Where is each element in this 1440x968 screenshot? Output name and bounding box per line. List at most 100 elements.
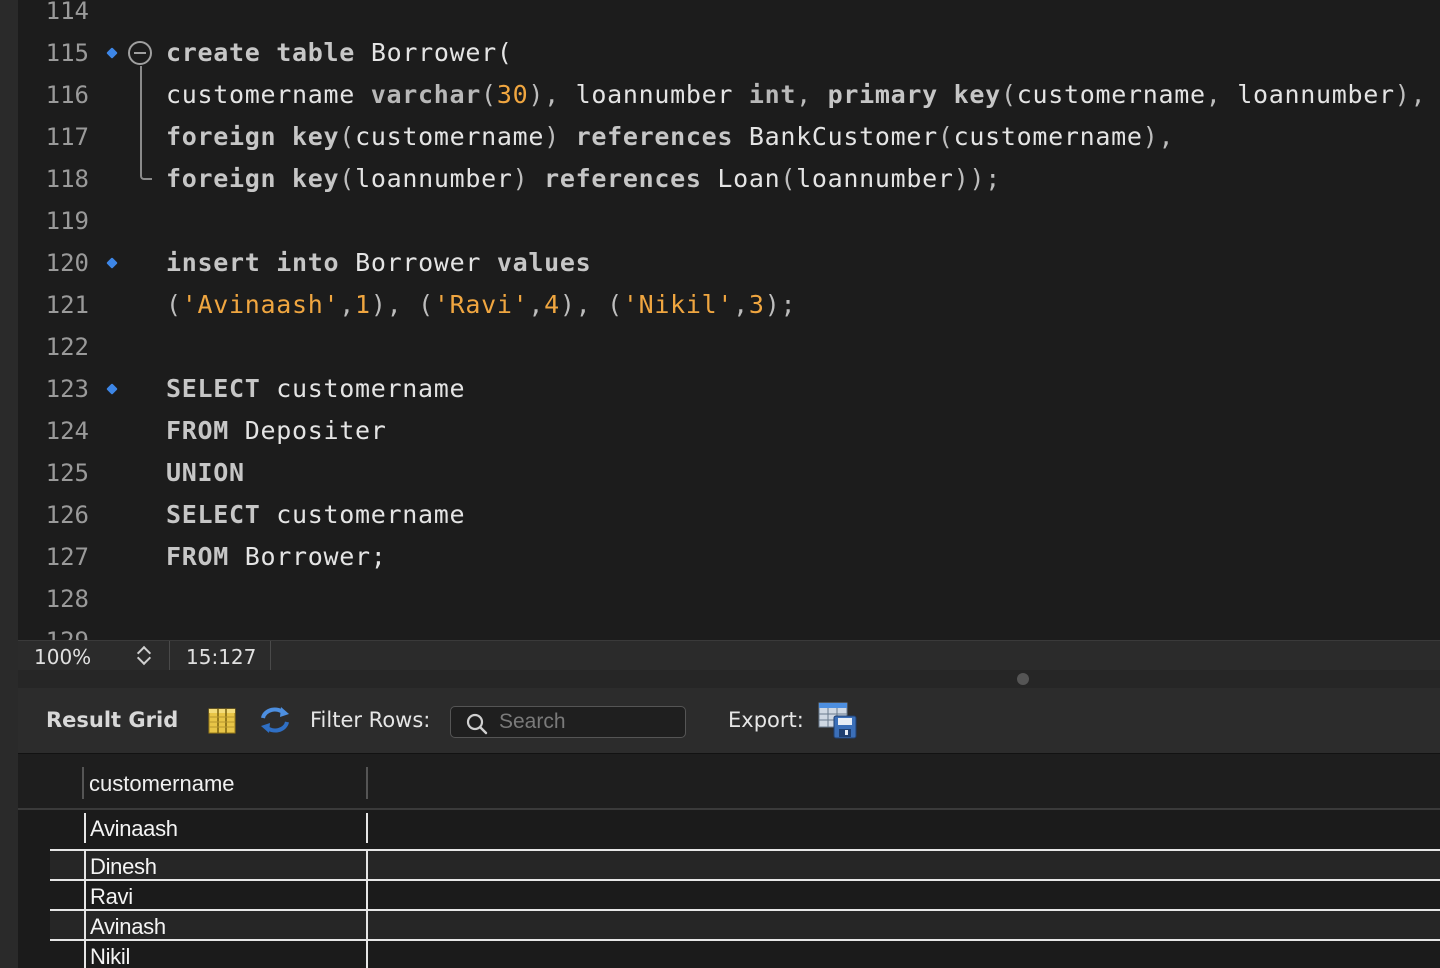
columns-icon[interactable] bbox=[208, 708, 236, 734]
identifier: customername bbox=[276, 374, 466, 403]
identifier: customername bbox=[276, 500, 466, 529]
editor-status-bar: 100% 15:127 bbox=[18, 640, 1440, 671]
code-line-118[interactable]: 118 foreign key(loannumber) references L… bbox=[18, 158, 1440, 200]
punct: ) bbox=[544, 122, 560, 151]
refresh-icon[interactable] bbox=[258, 704, 292, 736]
window-edge bbox=[0, 0, 18, 968]
punct: )); bbox=[953, 164, 1001, 193]
code-line-122[interactable]: 122 bbox=[18, 326, 1440, 368]
keyword: UNION bbox=[166, 458, 245, 487]
keyword: foreign bbox=[166, 122, 277, 151]
zoom-stepper-icon[interactable] bbox=[136, 644, 154, 668]
code-line-119[interactable]: 119 bbox=[18, 200, 1440, 242]
code-line-125[interactable]: 125 UNION bbox=[18, 452, 1440, 494]
filter-search-input[interactable] bbox=[499, 709, 679, 735]
line-number: 117 bbox=[45, 123, 89, 151]
keyword: references bbox=[575, 122, 734, 151]
punct: ( bbox=[481, 80, 497, 109]
line-number: 121 bbox=[45, 291, 89, 319]
punct: ( bbox=[780, 164, 797, 193]
splitter-handle[interactable] bbox=[1017, 673, 1029, 685]
line-number: 120 bbox=[45, 249, 89, 277]
table-cell[interactable]: Dinesh bbox=[84, 851, 368, 881]
result-grid[interactable]: customername Avinaash Dinesh Ravi Avinas… bbox=[18, 755, 1440, 968]
string-literal: 'Nikil' bbox=[622, 290, 734, 319]
column-header-customername[interactable]: customername bbox=[82, 767, 368, 799]
identifier: customername bbox=[953, 122, 1143, 151]
panel-splitter[interactable] bbox=[18, 670, 1440, 688]
statement-marker-icon bbox=[107, 384, 117, 394]
filter-search-box[interactable] bbox=[450, 706, 686, 738]
table-cell[interactable]: Ravi bbox=[84, 881, 368, 911]
status-separator bbox=[270, 641, 271, 671]
cell-value: Avinaash bbox=[90, 816, 178, 841]
punct: , bbox=[339, 290, 356, 319]
punct: , bbox=[796, 80, 828, 109]
string-literal: 'Avinaash' bbox=[181, 290, 340, 319]
line-number: 127 bbox=[45, 543, 89, 571]
line-number: 124 bbox=[45, 417, 89, 445]
code-line-114[interactable]: 114 bbox=[18, 0, 1440, 32]
keyword: key bbox=[292, 164, 340, 193]
identifier: customername bbox=[166, 80, 371, 109]
code-line-128[interactable]: 128 bbox=[18, 578, 1440, 620]
zoom-level: 100% bbox=[34, 645, 92, 669]
cell-value: Dinesh bbox=[90, 854, 157, 879]
code-line-116[interactable]: 116 customername varchar(30), loannumber… bbox=[18, 74, 1440, 116]
line-number: 122 bbox=[45, 333, 89, 361]
punct: , bbox=[1205, 80, 1238, 109]
keyword: values bbox=[496, 248, 592, 277]
punct: ), bbox=[528, 80, 576, 109]
code-line-127[interactable]: 127 FROM Borrower; bbox=[18, 536, 1440, 578]
table-row[interactable]: Avinash bbox=[50, 909, 1440, 941]
string-literal: 'Ravi' bbox=[433, 290, 529, 319]
punct: ), bbox=[1394, 80, 1427, 109]
identifier: customername bbox=[1016, 80, 1206, 109]
code-line-120[interactable]: 120 insert into Borrower values bbox=[18, 242, 1440, 284]
punct: ( bbox=[166, 290, 182, 319]
code-line-126[interactable]: 126 SELECT customername bbox=[18, 494, 1440, 536]
code-line-115[interactable]: 115 create table Borrower( bbox=[18, 32, 1440, 74]
identifier: loannumber bbox=[575, 80, 749, 109]
punct: ( bbox=[937, 122, 954, 151]
table-cell[interactable]: Avinash bbox=[84, 911, 368, 941]
line-number: 129 bbox=[18, 620, 89, 640]
identifier: Borrower bbox=[355, 248, 482, 277]
keyword: FROM bbox=[166, 542, 230, 571]
table-row[interactable]: Nikil bbox=[50, 939, 1440, 968]
line-number: 116 bbox=[45, 81, 89, 109]
fold-collapse-icon[interactable] bbox=[128, 41, 152, 65]
code-line-121[interactable]: 121 ('Avinaash',1), ('Ravi',4), ('Nikil'… bbox=[18, 284, 1440, 326]
code-line-124[interactable]: 124 FROM Depositer bbox=[18, 410, 1440, 452]
cell-value: Ravi bbox=[90, 884, 133, 909]
results-toolbar: Result Grid Filter Rows: Export: bbox=[18, 688, 1440, 754]
table-cell[interactable]: Nikil bbox=[84, 941, 368, 968]
table-row[interactable]: Dinesh bbox=[50, 849, 1440, 881]
code-line-123[interactable]: 123 SELECT customername bbox=[18, 368, 1440, 410]
column-header-label: customername bbox=[89, 771, 235, 796]
code-line-117[interactable]: 117 foreign key(customername) references… bbox=[18, 116, 1440, 158]
table-cell[interactable]: Avinaash bbox=[84, 813, 368, 843]
number-literal: 3 bbox=[748, 290, 765, 319]
line-number: 114 bbox=[45, 0, 89, 25]
grid-header: customername bbox=[18, 755, 1440, 810]
table-row[interactable]: Ravi bbox=[50, 879, 1440, 911]
sql-editor[interactable]: 114 115 create table Borrower( 116 custo… bbox=[18, 0, 1440, 640]
punct: , bbox=[528, 290, 545, 319]
cursor-position: 15:127 bbox=[186, 645, 257, 669]
keyword: table bbox=[276, 38, 356, 67]
keyword: SELECT bbox=[166, 500, 261, 529]
type: int bbox=[748, 80, 797, 109]
code-line-129[interactable]: 129 bbox=[18, 620, 1440, 640]
punct: ), ( bbox=[370, 290, 434, 319]
cell-value: Avinash bbox=[90, 914, 166, 939]
line-number: 126 bbox=[45, 501, 89, 529]
punct: ), bbox=[1142, 122, 1175, 151]
table-row[interactable]: Avinaash bbox=[50, 813, 1440, 843]
export-icon[interactable] bbox=[818, 702, 858, 740]
keyword: FROM bbox=[166, 416, 230, 445]
line-number: 123 bbox=[45, 375, 89, 403]
status-separator bbox=[169, 641, 170, 671]
punct: , bbox=[733, 290, 749, 319]
result-grid-tab[interactable]: Result Grid bbox=[46, 708, 178, 732]
